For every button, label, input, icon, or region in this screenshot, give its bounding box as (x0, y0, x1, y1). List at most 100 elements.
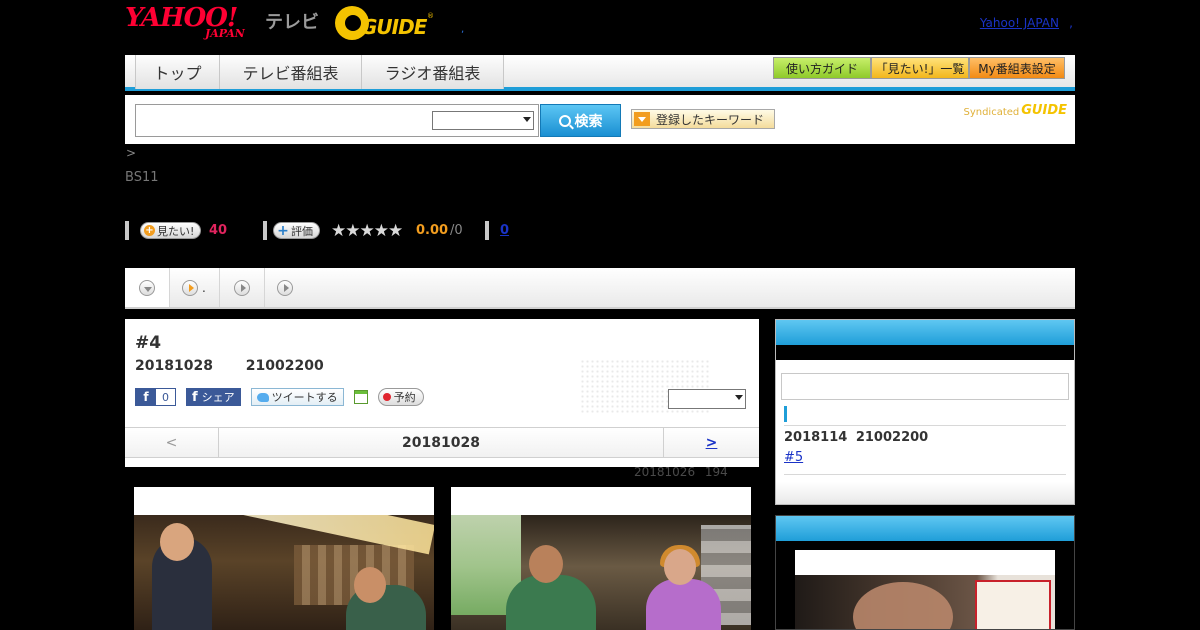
program-select[interactable] (668, 389, 746, 409)
syndicated-logo: Syndicated GUIDE (963, 103, 1067, 118)
program-stamp-logo (975, 580, 1051, 629)
nav-tab-tv-listings[interactable]: テレビ番組表 (220, 55, 362, 89)
subtab-1[interactable] (125, 268, 170, 307)
search-button-label: 検索 (574, 113, 603, 130)
dropdown-arrow-icon (634, 112, 650, 126)
panel-footer (776, 482, 1074, 504)
share-row: f 0 f シェア ツイートする 予約 (135, 387, 424, 407)
stat-divider (125, 221, 129, 240)
next-broadcast-datetime: 2018114 21002200 (784, 430, 929, 445)
review-count-link[interactable]: 0 (500, 223, 509, 238)
program-title: #4 (135, 333, 162, 353)
prev-episode-button[interactable]: < (125, 428, 219, 457)
tweet-label: ツイートする (271, 391, 338, 404)
rate-button[interactable]: + 評価 (273, 222, 320, 239)
stat-divider (263, 221, 267, 240)
breadcrumb[interactable]: > (126, 146, 136, 160)
update-note: 20181026 194 (634, 465, 728, 479)
yahoo-japan-logo-text: JAPAN (205, 27, 245, 40)
panel-field (781, 373, 1069, 400)
program-datetime: 20181028 21002200 (135, 358, 324, 374)
subtab-2-label: . (202, 280, 206, 295)
registered-keywords-button[interactable]: 登録したキーワード (631, 109, 775, 129)
chevron-down-icon (523, 117, 531, 122)
episode-nav: < 20181028 > (125, 427, 759, 458)
site-header: YAHOO! JAPAN テレビ GUIDE ® , Yahoo! JAPAN … (125, 0, 1075, 52)
program-photo[interactable] (134, 487, 434, 630)
next-episode-title: #5 (784, 450, 804, 465)
play-arrow-icon (277, 279, 293, 296)
chevron-down-icon (735, 395, 743, 400)
chevron-down-icon (139, 279, 155, 296)
program-photo-image (451, 515, 751, 630)
panel-header (776, 320, 1074, 345)
syndicated-text: Syndicated (963, 107, 1020, 118)
facebook-share-button[interactable]: f シェア (186, 388, 241, 406)
stat-divider (485, 221, 489, 240)
twitter-bird-icon (256, 392, 269, 402)
my-listings-settings-button[interactable]: My番組表設定 (969, 57, 1065, 79)
play-arrow-icon (182, 279, 198, 296)
nav-tab-top[interactable]: トップ (136, 55, 220, 89)
gguide-logo[interactable]: GUIDE ® (335, 6, 435, 40)
gguide-reg-mark: ® (427, 12, 434, 20)
search-category-select[interactable] (432, 111, 534, 130)
next-episode-link[interactable]: > (663, 428, 759, 457)
record-icon (382, 393, 391, 401)
program-stats: + 見たい! 40 + 評価 ★★★★★ 0.00 /0 0 (125, 221, 625, 241)
subtab-3[interactable] (220, 268, 265, 307)
nav-tabs: トップ テレビ番組表 ラジオ番組表 (135, 55, 504, 89)
want-to-watch-label: 見たい! (157, 224, 195, 238)
facebook-icon: f (192, 389, 198, 405)
subtab-2[interactable]: . (170, 268, 220, 307)
program-photo[interactable] (451, 487, 751, 630)
rating-count: /0 (450, 223, 463, 238)
facebook-icon: f (136, 389, 156, 405)
plus-icon: + (144, 225, 155, 236)
panel-subheader (776, 345, 1074, 360)
record-reservation-label: 予約 (393, 391, 416, 404)
usage-guide-button[interactable]: 使い方ガイド (773, 57, 871, 79)
rate-label: 評価 (291, 224, 313, 238)
subtab-4[interactable] (265, 268, 305, 307)
program-photo-image (134, 515, 434, 630)
yahoo-japan-link[interactable]: Yahoo! JAPAN (980, 16, 1059, 30)
program-detail: #4 20181028 21002200 f 0 f シェア ツイートする 予約… (125, 319, 759, 467)
related-panel (775, 515, 1075, 630)
related-image[interactable] (795, 550, 1055, 629)
search-icon (558, 114, 571, 127)
gguide-logo-word: GUIDE (361, 15, 427, 39)
program-subtabs: . (125, 268, 1075, 309)
main-nav: トップ テレビ番組表 ラジオ番組表 使い方ガイド 「見たい!」一覧 My番組表設… (125, 55, 1075, 91)
panel-header (776, 516, 1074, 541)
next-broadcast-panel: 2018114 21002200 #5 (775, 319, 1075, 505)
search-button[interactable]: 検索 (540, 104, 621, 137)
channel-name: BS11 (125, 170, 159, 185)
search-bar: 検索 登録したキーワード Syndicated GUIDE (125, 95, 1075, 144)
tv-label: テレビ (265, 12, 319, 33)
rating-value: 0.00 (416, 223, 449, 238)
plus-icon: + (277, 222, 289, 239)
want-to-watch-button[interactable]: + 見たい! (140, 222, 202, 239)
want-to-watch-count: 40 (209, 223, 228, 238)
next-episode-link[interactable]: #5 (784, 450, 865, 465)
facebook-share-label: シェア (201, 391, 235, 404)
section-marker (784, 406, 787, 422)
divider (784, 474, 1066, 475)
nav-tab-radio-listings[interactable]: ラジオ番組表 (362, 55, 504, 89)
calendar-add-icon[interactable] (353, 390, 368, 404)
nav-buttons: 使い方ガイド 「見たい!」一覧 My番組表設定 (773, 57, 1065, 79)
facebook-like-count: 0 (156, 390, 175, 404)
tweet-button[interactable]: ツイートする (250, 388, 344, 406)
divider (784, 425, 1066, 426)
play-arrow-icon (234, 279, 250, 296)
record-reservation-button[interactable]: 予約 (377, 388, 424, 406)
episode-nav-date: 20181028 (402, 434, 480, 451)
facebook-like-button[interactable]: f 0 (135, 388, 176, 406)
registered-keywords-label: 登録したキーワード (656, 112, 765, 127)
header-separator: , (461, 24, 465, 35)
want-to-watch-list-button[interactable]: 「見たい!」一覧 (871, 57, 969, 79)
rating-stars: ★★★★★ (331, 221, 403, 241)
syndicated-gguide-text: GUIDE (1021, 103, 1067, 118)
header-link-separator: , (1069, 16, 1073, 30)
